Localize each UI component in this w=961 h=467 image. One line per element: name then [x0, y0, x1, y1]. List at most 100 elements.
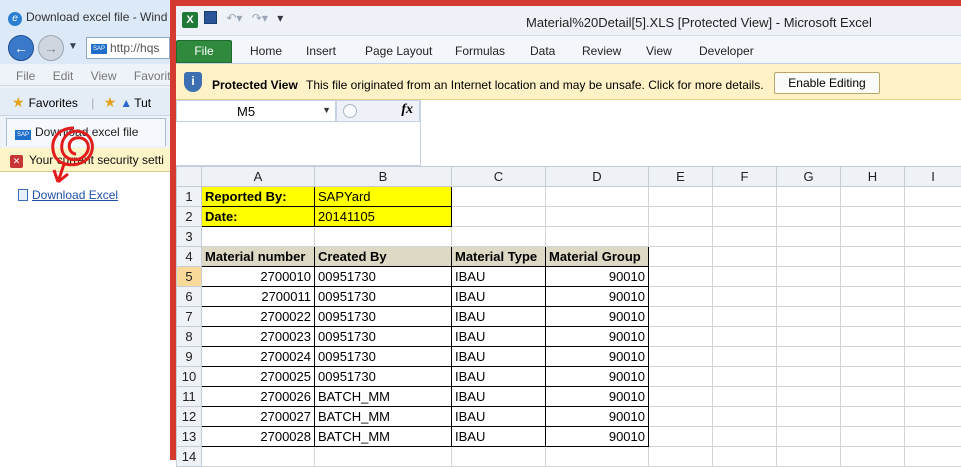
cell[interactable]	[452, 447, 546, 467]
cell-created-by[interactable]: 00951730	[315, 307, 452, 327]
cell[interactable]	[202, 227, 315, 247]
cell-material-group[interactable]: 90010	[546, 407, 649, 427]
cell[interactable]	[546, 207, 649, 227]
cell-material-group[interactable]: 90010	[546, 267, 649, 287]
column-header-f[interactable]: F	[713, 167, 777, 187]
cell[interactable]	[713, 387, 777, 407]
cell[interactable]	[649, 447, 713, 467]
cell[interactable]	[905, 367, 961, 387]
cell[interactable]	[777, 327, 841, 347]
cell-material-number[interactable]: 2700011	[202, 287, 315, 307]
row-header[interactable]: 6	[177, 287, 202, 307]
cell[interactable]	[905, 327, 961, 347]
ie-security-infobar[interactable]: ✕Your current security setti	[0, 148, 170, 172]
cell[interactable]	[905, 427, 961, 447]
cell-material-type[interactable]: IBAU	[452, 387, 546, 407]
insert-function-icon[interactable]: fx	[401, 102, 413, 118]
row-header[interactable]: 4	[177, 247, 202, 267]
cell[interactable]	[546, 227, 649, 247]
cell[interactable]	[713, 287, 777, 307]
cell-material-type[interactable]: IBAU	[452, 367, 546, 387]
cell-material-group[interactable]: 90010	[546, 367, 649, 387]
undo-icon[interactable]: ↶▾	[226, 11, 242, 25]
name-box-dropdown-icon[interactable]: ▼	[322, 105, 331, 115]
cell-created-by[interactable]: 00951730	[315, 347, 452, 367]
favorites-button[interactable]: Favorites	[29, 96, 78, 110]
cell[interactable]	[777, 347, 841, 367]
cell[interactable]	[777, 187, 841, 207]
cell-b1[interactable]: SAPYard	[315, 187, 452, 207]
cell-a2[interactable]: Date:	[202, 207, 315, 227]
column-header-d[interactable]: D	[546, 167, 649, 187]
cell[interactable]	[905, 307, 961, 327]
cell[interactable]	[713, 347, 777, 367]
cell[interactable]	[649, 347, 713, 367]
cell[interactable]	[841, 307, 905, 327]
cell[interactable]	[841, 367, 905, 387]
cell[interactable]	[777, 447, 841, 467]
customize-toolbar-icon[interactable]: ▾	[277, 11, 283, 25]
cell[interactable]	[777, 407, 841, 427]
download-excel-link[interactable]: Download Excel	[18, 188, 118, 202]
favorites-link-tut[interactable]: Tut	[134, 96, 151, 110]
history-dropdown-icon[interactable]: ▼	[68, 41, 78, 52]
cell[interactable]	[905, 227, 961, 247]
cell[interactable]	[841, 427, 905, 447]
cell-material-group[interactable]: 90010	[546, 327, 649, 347]
cell[interactable]	[841, 407, 905, 427]
cell-material-number[interactable]: 2700028	[202, 427, 315, 447]
row-header[interactable]: 10	[177, 367, 202, 387]
cell[interactable]	[905, 207, 961, 227]
cell-material-type[interactable]: IBAU	[452, 307, 546, 327]
tab-page-layout[interactable]: Page Layout	[365, 44, 432, 58]
tab-data[interactable]: Data	[530, 44, 555, 58]
column-header-g[interactable]: G	[777, 167, 841, 187]
cell-material-number[interactable]: 2700022	[202, 307, 315, 327]
add-favorite-icon[interactable]: ★	[104, 94, 117, 110]
cell[interactable]	[315, 227, 452, 247]
cell[interactable]	[713, 407, 777, 427]
cell-material-group[interactable]: 90010	[546, 287, 649, 307]
cell[interactable]	[649, 187, 713, 207]
cell[interactable]	[713, 307, 777, 327]
cell[interactable]	[777, 267, 841, 287]
column-header-e[interactable]: E	[649, 167, 713, 187]
cell[interactable]	[713, 367, 777, 387]
tab-review[interactable]: Review	[582, 44, 621, 58]
address-bar[interactable]: SAPhttp://hqs	[86, 37, 170, 59]
cell[interactable]	[713, 207, 777, 227]
tab-home[interactable]: Home	[250, 44, 282, 58]
column-header-h[interactable]: H	[841, 167, 905, 187]
row-header[interactable]: 14	[177, 447, 202, 467]
column-header-i[interactable]: I	[905, 167, 961, 187]
name-box[interactable]: M5 ▼	[176, 100, 336, 122]
cell[interactable]	[649, 267, 713, 287]
cell[interactable]	[649, 207, 713, 227]
cell-material-type[interactable]: IBAU	[452, 347, 546, 367]
cell-created-by[interactable]: 00951730	[315, 327, 452, 347]
cell[interactable]	[713, 447, 777, 467]
header-material-group[interactable]: Material Group	[546, 247, 649, 267]
column-header-b[interactable]: B	[315, 167, 452, 187]
cell[interactable]	[841, 247, 905, 267]
cell[interactable]	[452, 227, 546, 247]
cell[interactable]	[905, 287, 961, 307]
tab-insert[interactable]: Insert	[306, 44, 336, 58]
tab-formulas[interactable]: Formulas	[455, 44, 505, 58]
resize-handle-icon[interactable]	[343, 104, 357, 118]
row-header[interactable]: 5	[177, 267, 202, 287]
cell[interactable]	[315, 447, 452, 467]
row-header[interactable]: 7	[177, 307, 202, 327]
cell[interactable]	[546, 187, 649, 207]
cell-material-group[interactable]: 90010	[546, 347, 649, 367]
cell[interactable]	[905, 247, 961, 267]
header-created-by[interactable]: Created By	[315, 247, 452, 267]
header-material-type[interactable]: Material Type	[452, 247, 546, 267]
cell[interactable]	[713, 267, 777, 287]
forward-button[interactable]: →	[38, 35, 64, 61]
cell[interactable]	[649, 427, 713, 447]
cell[interactable]	[202, 447, 315, 467]
cell[interactable]	[649, 227, 713, 247]
enable-editing-button[interactable]: Enable Editing	[774, 72, 880, 94]
cell-material-group[interactable]: 90010	[546, 427, 649, 447]
